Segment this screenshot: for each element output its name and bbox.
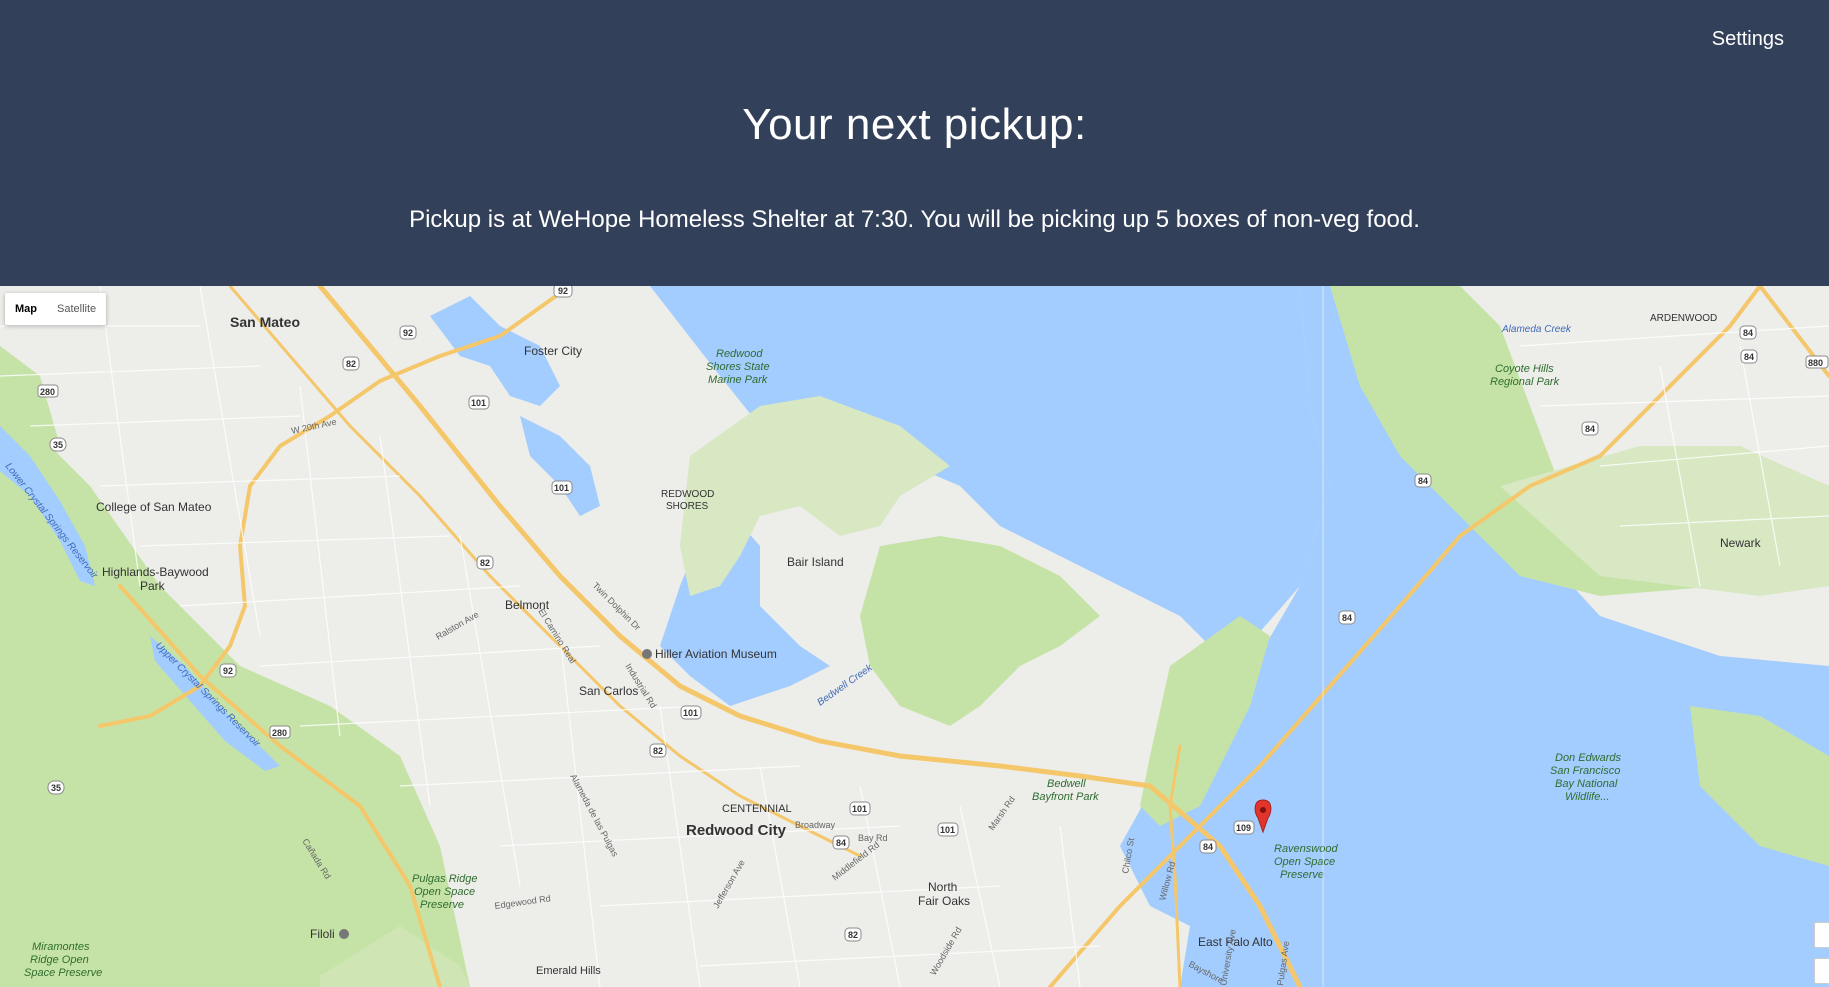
pickup-details: Pickup is at WeHope Homeless Shelter at … bbox=[409, 206, 1420, 233]
map-type-control: Map Satellite bbox=[5, 293, 107, 325]
svg-text:92: 92 bbox=[403, 328, 413, 338]
filoli-poi-icon bbox=[339, 929, 349, 939]
map-type-map-button[interactable]: Map bbox=[5, 293, 47, 325]
svg-text:101: 101 bbox=[554, 483, 569, 493]
svg-text:Don Edwards: Don Edwards bbox=[1555, 752, 1622, 764]
svg-text:Redwood: Redwood bbox=[716, 348, 763, 360]
svg-text:Open Space: Open Space bbox=[1274, 856, 1335, 868]
svg-text:Open Space: Open Space bbox=[414, 886, 475, 898]
label-redwood-shores: REDWOOD bbox=[661, 489, 714, 500]
svg-text:92: 92 bbox=[223, 666, 233, 676]
svg-text:101: 101 bbox=[471, 398, 486, 408]
svg-text:Bay National: Bay National bbox=[1555, 778, 1618, 790]
label-san-mateo: San Mateo bbox=[230, 314, 300, 330]
svg-text:Preserve: Preserve bbox=[420, 899, 464, 911]
svg-text:Space Preserve: Space Preserve bbox=[24, 967, 102, 979]
svg-text:82: 82 bbox=[480, 558, 490, 568]
label-highlands-2: Park bbox=[140, 579, 166, 593]
svg-text:Wildlife...: Wildlife... bbox=[1565, 791, 1610, 803]
label-filoli: Filoli bbox=[310, 927, 335, 941]
label-redwood-city: Redwood City bbox=[686, 822, 787, 839]
svg-text:280: 280 bbox=[40, 387, 55, 397]
svg-text:82: 82 bbox=[848, 930, 858, 940]
svg-text:Preserve: Preserve bbox=[1280, 869, 1324, 881]
svg-text:84: 84 bbox=[1203, 842, 1213, 852]
svg-text:Bedwell: Bedwell bbox=[1047, 778, 1086, 790]
svg-text:92: 92 bbox=[558, 286, 568, 296]
svg-text:84: 84 bbox=[1585, 424, 1595, 434]
svg-text:Ridge Open: Ridge Open bbox=[30, 954, 89, 966]
pickup-header: Settings Your next pickup: Pickup is at … bbox=[0, 0, 1829, 286]
svg-text:82: 82 bbox=[346, 359, 356, 369]
svg-text:880: 880 bbox=[1808, 358, 1823, 368]
label-foster-city: Foster City bbox=[524, 344, 582, 358]
svg-text:84: 84 bbox=[836, 838, 846, 848]
svg-text:280: 280 bbox=[272, 728, 287, 738]
label-college-san-mateo: College of San Mateo bbox=[96, 500, 212, 514]
svg-text:84: 84 bbox=[1342, 613, 1352, 623]
label-redwood-shores-2: SHORES bbox=[666, 501, 709, 512]
svg-text:Broadway: Broadway bbox=[795, 820, 836, 830]
svg-text:Ravenswood: Ravenswood bbox=[1274, 843, 1338, 855]
svg-text:101: 101 bbox=[940, 825, 955, 835]
map-view[interactable]: San Mateo Foster City College of San Mat… bbox=[0, 286, 1829, 987]
svg-text:84: 84 bbox=[1418, 476, 1428, 486]
svg-text:35: 35 bbox=[51, 783, 61, 793]
label-newark: Newark bbox=[1720, 536, 1762, 550]
svg-text:Shores State: Shores State bbox=[706, 361, 770, 373]
svg-text:84: 84 bbox=[1743, 328, 1753, 338]
street-view-pegman-icon[interactable] bbox=[1814, 922, 1829, 948]
svg-text:35: 35 bbox=[53, 440, 63, 450]
svg-text:Coyote Hills: Coyote Hills bbox=[1495, 363, 1554, 375]
svg-text:Alameda Creek: Alameda Creek bbox=[1501, 324, 1572, 335]
svg-text:84: 84 bbox=[1744, 352, 1754, 362]
label-hiller-museum: Hiller Aviation Museum bbox=[655, 647, 777, 661]
svg-text:101: 101 bbox=[683, 708, 698, 718]
label-centennial: CENTENNIAL bbox=[722, 803, 792, 815]
label-bair-island: Bair Island bbox=[787, 555, 844, 569]
svg-text:Regional Park: Regional Park bbox=[1490, 376, 1560, 388]
museum-poi-icon bbox=[642, 649, 652, 659]
label-highlands: Highlands-Baywood bbox=[102, 565, 209, 579]
label-san-carlos: San Carlos bbox=[579, 684, 638, 698]
svg-text:101: 101 bbox=[852, 804, 867, 814]
page-title: Your next pickup: bbox=[742, 100, 1087, 149]
label-ardenwood: ARDENWOOD bbox=[1650, 313, 1717, 324]
map-canvas[interactable]: San Mateo Foster City College of San Mat… bbox=[0, 286, 1829, 987]
svg-text:Marine Park: Marine Park bbox=[708, 374, 768, 386]
svg-text:San Francisco: San Francisco bbox=[1550, 765, 1620, 777]
map-type-satellite-button[interactable]: Satellite bbox=[47, 293, 106, 325]
settings-link[interactable]: Settings bbox=[1712, 28, 1784, 51]
svg-text:Bayfront Park: Bayfront Park bbox=[1032, 791, 1099, 803]
svg-text:Pulgas Ridge: Pulgas Ridge bbox=[412, 873, 477, 885]
svg-text:82: 82 bbox=[653, 746, 663, 756]
label-north-fair-oaks-2: Fair Oaks bbox=[918, 894, 970, 908]
zoom-control[interactable] bbox=[1814, 958, 1829, 984]
label-emerald-hills: Emerald Hills bbox=[536, 965, 601, 977]
svg-text:109: 109 bbox=[1236, 823, 1251, 833]
label-north-fair-oaks: North bbox=[928, 880, 957, 894]
svg-text:Miramontes: Miramontes bbox=[32, 941, 90, 953]
